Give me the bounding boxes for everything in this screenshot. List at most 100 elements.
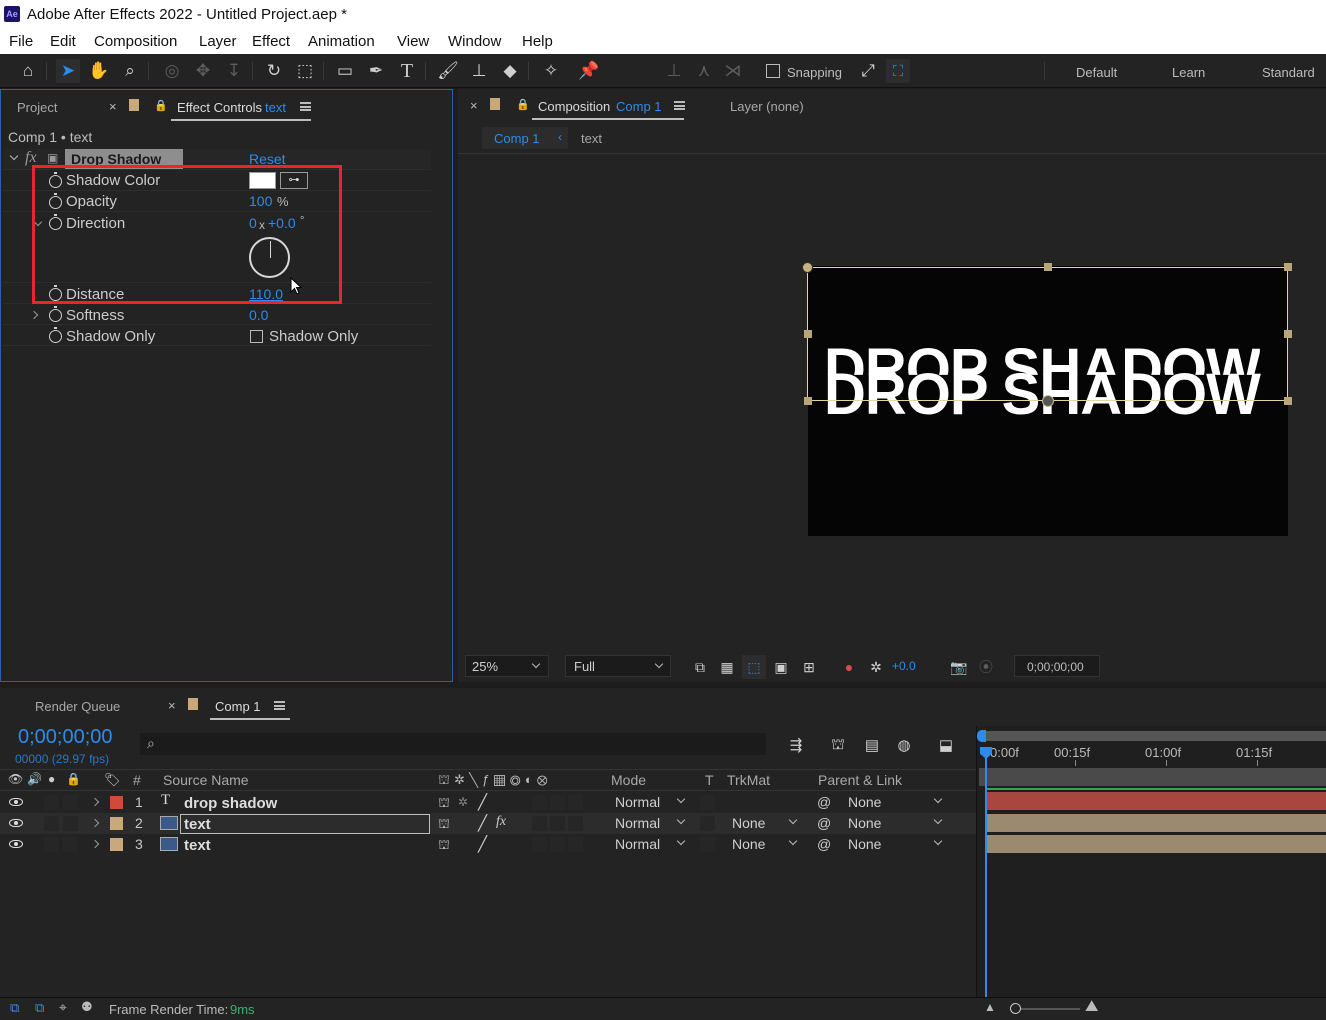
menu-effect[interactable]: Effect [252, 33, 290, 50]
collapse-chevron-icon[interactable] [9, 151, 19, 161]
anchor-handle[interactable] [802, 262, 813, 273]
tab-timeline-comp[interactable]: Comp 1 [215, 699, 261, 714]
menu-edit[interactable]: Edit [50, 33, 76, 50]
close-icon[interactable]: × [168, 698, 176, 713]
layer-bar-3[interactable] [987, 835, 1326, 853]
zoom-in-mountain-icon[interactable]: ⛰ [1085, 998, 1098, 1016]
close-icon[interactable]: × [470, 98, 478, 113]
breadcrumb-layer[interactable]: text [581, 131, 602, 146]
quality-switch-icon[interactable]: ╱ [478, 835, 487, 853]
menu-help[interactable]: Help [522, 33, 553, 50]
stopwatch-icon[interactable] [49, 306, 62, 322]
preserve-transparency-cell[interactable] [700, 837, 715, 852]
snap-options-icon[interactable]: ⤢ [856, 59, 880, 83]
snapshot-camera-icon[interactable]: 📷 [947, 655, 971, 679]
solo-header-icon[interactable]: ● [48, 772, 55, 786]
tab-render-queue[interactable]: Render Queue [35, 699, 120, 714]
guides-icon[interactable]: ⊞ [797, 655, 821, 679]
mode-dropdown[interactable]: Normal [607, 814, 691, 832]
region-of-interest-icon[interactable]: ⬚ [742, 655, 766, 679]
exposure-reset-icon[interactable]: ✲ [864, 655, 888, 679]
switch-cell[interactable] [568, 816, 583, 831]
orbit-camera-icon[interactable]: ◎ [160, 59, 184, 83]
timeline-timecode[interactable]: 0;00;00;00 [18, 726, 113, 749]
pan-behind-tool-icon[interactable]: ⬚ [293, 59, 317, 83]
roto-brush-tool-icon[interactable]: ✧ [539, 59, 563, 83]
layer-switches-toggle-icon[interactable]: ⧉ [10, 1000, 19, 1016]
eraser-tool-icon[interactable]: ◆ [498, 59, 522, 83]
rectangle-tool-icon[interactable]: ▭ [333, 59, 357, 83]
resize-handle[interactable] [1284, 397, 1292, 405]
breadcrumb-comp[interactable]: Comp 1 ‹ [482, 127, 568, 149]
audio-toggle[interactable] [44, 795, 59, 810]
show-snapshot-icon[interactable]: ⦿ [974, 655, 998, 679]
workspace-learn[interactable]: Learn [1172, 65, 1205, 80]
puppet-pin-tool-icon[interactable]: 📌 [577, 59, 601, 83]
workspace-default[interactable]: Default [1076, 65, 1117, 80]
switch-cell[interactable] [532, 795, 547, 810]
workspace-standard[interactable]: Standard [1262, 65, 1315, 80]
zoom-dropdown[interactable]: 25% [465, 655, 549, 677]
label-tag-header-icon[interactable]: 🏷 [104, 772, 121, 788]
rotation-tool-icon[interactable]: ↻ [262, 59, 286, 83]
timeline-search-input[interactable]: ⌕ [140, 733, 766, 755]
solo-toggle[interactable] [63, 837, 78, 852]
resize-handle[interactable] [1044, 263, 1052, 271]
resize-handle[interactable] [804, 330, 812, 338]
layer-bar-1[interactable] [987, 792, 1326, 810]
menu-view[interactable]: View [397, 33, 429, 50]
selection-tool-icon[interactable]: ➤ [56, 59, 80, 83]
solo-toggle[interactable] [63, 795, 78, 810]
expand-chevron-icon[interactable] [29, 310, 39, 320]
lock-icon[interactable]: 🔒 [516, 98, 530, 111]
mode-dropdown[interactable]: Normal [607, 835, 691, 853]
shy-switch-icon[interactable]: ⛫ [438, 795, 450, 813]
switch-cell[interactable] [550, 816, 565, 831]
resize-handle[interactable] [1284, 330, 1292, 338]
shy-layers-icon[interactable]: ⛫ [826, 733, 850, 757]
shy-switch-icon[interactable]: ⛫ [438, 816, 450, 834]
layer-bar-2[interactable] [987, 814, 1326, 832]
menu-layer[interactable]: Layer [199, 33, 237, 50]
close-icon[interactable]: × [109, 99, 117, 114]
type-tool-icon[interactable]: T [395, 59, 419, 83]
parent-dropdown[interactable]: None [840, 814, 948, 832]
panel-menu-icon[interactable] [274, 701, 285, 710]
mask-visibility-icon[interactable]: ▣ [769, 655, 793, 679]
lock-icon[interactable]: 🔒 [154, 99, 168, 112]
resolution-dropdown[interactable]: Full [565, 655, 671, 677]
shadow-only-checkbox[interactable] [250, 330, 263, 343]
menu-animation[interactable]: Animation [308, 33, 375, 50]
quality-switch-icon[interactable]: ╱ [478, 793, 487, 811]
view-axis-icon[interactable]: ⋊ [721, 59, 745, 83]
collapse-switch-icon[interactable]: ✲ [458, 795, 468, 809]
layer-row-2[interactable]: 2 text ⛫ ╱ fx Normal None @ None [0, 813, 976, 834]
tab-layer[interactable]: Layer (none) [730, 99, 804, 114]
trkmat-dropdown[interactable]: None [724, 814, 804, 832]
parent-dropdown[interactable]: None [840, 835, 948, 853]
solo-toggle[interactable] [63, 816, 78, 831]
zoom-out-mountain-icon[interactable]: ▲ [984, 1000, 996, 1014]
motion-blur-icon[interactable]: ◍ [892, 733, 916, 757]
eye-icon[interactable] [9, 798, 23, 806]
layer-label-color[interactable] [110, 838, 123, 851]
audio-toggle-header-icon[interactable]: 🔊 [27, 772, 42, 786]
preserve-transparency-cell[interactable] [700, 816, 715, 831]
pick-whip-icon[interactable]: @ [817, 794, 831, 810]
menu-composition[interactable]: Composition [94, 33, 177, 50]
graph-editor-icon[interactable]: ⬓ [934, 733, 958, 757]
stopwatch-icon[interactable] [49, 327, 62, 343]
pick-whip-icon[interactable]: @ [817, 815, 831, 831]
pan-camera-icon[interactable]: ✥ [191, 59, 215, 83]
switch-cell[interactable] [550, 795, 565, 810]
home-icon[interactable]: ⌂ [16, 59, 40, 83]
layer-name-selection[interactable] [180, 814, 430, 834]
anchor-point-icon[interactable] [1042, 395, 1054, 407]
composition-flowchart-icon[interactable]: ⇶ [784, 733, 808, 757]
panel-menu-icon[interactable] [674, 101, 685, 110]
audio-toggle[interactable] [44, 837, 59, 852]
local-axis-icon[interactable]: ⊥ [662, 59, 686, 83]
effect-switch-icon[interactable]: fx [496, 814, 506, 830]
layer-label-color[interactable] [110, 796, 123, 809]
eye-icon[interactable] [9, 840, 23, 848]
